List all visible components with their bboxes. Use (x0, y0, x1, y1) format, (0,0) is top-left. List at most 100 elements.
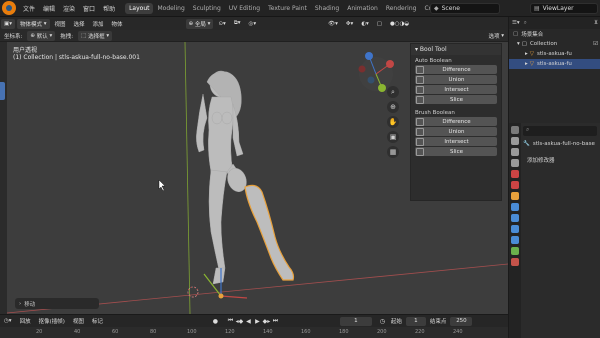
menu-object[interactable]: 物体 (109, 19, 126, 29)
scene-selector[interactable]: ◆ Scene (430, 3, 500, 14)
outliner-item-2[interactable]: ▸ ▽ stls-askua-fu (509, 59, 600, 69)
pan-hand-icon[interactable]: ✋ (387, 116, 399, 128)
object-name-row[interactable]: 🔧 stls-askua-full-no-base (523, 139, 599, 149)
3d-viewport[interactable]: 用户透视 (1) Collection | stls-askua-full-no… (7, 42, 508, 314)
viewlayer-selector[interactable]: ▤ ViewLayer (530, 3, 598, 14)
menu-select[interactable]: 选择 (71, 19, 88, 29)
auto-difference-button[interactable]: Difference (415, 65, 497, 74)
record-icon[interactable]: ● (211, 317, 220, 326)
tab-animation[interactable]: Animation (343, 3, 382, 14)
blender-logo-icon[interactable] (2, 1, 16, 15)
render-tab-icon[interactable] (511, 137, 519, 145)
physics-tab-icon[interactable] (511, 225, 519, 233)
auto-intersect-button[interactable]: Intersect (415, 85, 497, 94)
ruler-tick: 100 (187, 329, 197, 335)
data-tab-icon[interactable] (511, 247, 519, 255)
menu-file[interactable]: 文件 (19, 4, 39, 13)
tab-texture-paint[interactable]: Texture Paint (264, 3, 311, 14)
add-modifier-button[interactable]: 添加修改器 (527, 155, 597, 165)
bool-tool-title[interactable]: ▾ Bool Tool (411, 44, 501, 55)
brush-union-button[interactable]: Union (415, 127, 497, 136)
menu-window[interactable]: 窗口 (79, 4, 99, 13)
proportional-edit-icon[interactable]: ◎▾ (246, 19, 260, 29)
overlay-icon[interactable]: ◐▾ (358, 19, 372, 29)
menu-add[interactable]: 添加 (90, 19, 107, 29)
auto-difference-label: Difference (442, 66, 471, 73)
scene-icon: ◆ (434, 5, 439, 12)
bool-tool-panel: ▾ Bool Tool Auto Boolean Difference Unio… (410, 43, 502, 201)
mesh-icon: ▽ (529, 61, 534, 67)
outliner-item-1[interactable]: ▸ ▽ stls-askua-fu (509, 49, 600, 59)
menu-marker[interactable]: 标记 (89, 316, 106, 326)
collection-row[interactable]: ▾ ▢ Collection ☑ (509, 39, 600, 49)
current-frame-field[interactable]: 1 (339, 316, 372, 326)
output-tab-icon[interactable] (511, 148, 519, 156)
props-search[interactable]: ⌕ (523, 126, 597, 136)
xray-icon[interactable]: ▢ (374, 19, 385, 29)
timeline-ruler[interactable]: 20 40 60 80 100 120 140 160 180 200 220 … (0, 327, 508, 338)
modifier-tab-icon[interactable] (511, 203, 519, 211)
end-frame-field[interactable]: 250 (450, 316, 473, 326)
scene-collection-row[interactable]: ▢ 场景集合 (509, 29, 600, 39)
play-icon[interactable]: ▶ (253, 317, 262, 326)
coord-select[interactable]: ⊕ 默认 ▾ (27, 30, 56, 41)
brush-intersect-button[interactable]: Intersect (415, 137, 497, 146)
tab-sculpting[interactable]: Sculpting (189, 3, 225, 14)
menu-keying[interactable]: 抠像(插帧) (36, 316, 68, 326)
object-tab-icon[interactable] (511, 192, 519, 200)
menu-playback[interactable]: 回放 (17, 316, 34, 326)
active-tool-marker[interactable] (0, 82, 5, 100)
start-frame-field[interactable]: 1 (405, 316, 426, 326)
camera-icon[interactable]: ▣ (387, 131, 399, 143)
tool-tab-icon[interactable] (511, 126, 519, 134)
jump-end-icon[interactable]: ⏭ (271, 317, 280, 326)
shading-solid-icon[interactable]: ●○◑◒ (387, 19, 412, 29)
tab-uv-editing[interactable]: UV Editing (225, 3, 264, 14)
world-tab-icon[interactable] (511, 181, 519, 189)
menu-timeline-view[interactable]: 视图 (70, 316, 87, 326)
search-icon[interactable]: ⌕ (524, 20, 527, 27)
tab-modeling[interactable]: Modeling (153, 3, 188, 14)
grid-perspective-icon[interactable]: ▦ (387, 146, 399, 158)
play-reverse-icon[interactable]: ◀ (244, 317, 253, 326)
outliner-editor-icon[interactable]: ☰▾ (512, 20, 520, 26)
menu-render[interactable]: 渲染 (59, 4, 79, 13)
tab-rendering[interactable]: Rendering (382, 3, 421, 14)
zoom-icon[interactable]: ⌕ (387, 86, 399, 98)
tab-shading[interactable]: Shading (311, 3, 343, 14)
zoom-region-icon[interactable]: ⊕ (387, 101, 399, 113)
snap-icon[interactable]: ⧉▾ (231, 19, 244, 29)
constraints-tab-icon[interactable] (511, 236, 519, 244)
view-layer-tab-icon[interactable] (511, 159, 519, 167)
timeline-editor-icon[interactable]: ◷▾ (1, 316, 15, 326)
menu-edit[interactable]: 编辑 (39, 4, 59, 13)
menu-help[interactable]: 帮助 (99, 4, 119, 13)
tab-layout[interactable]: Layout (125, 2, 154, 14)
last-operator-panel[interactable]: › 移动 (15, 298, 99, 309)
orientation-select[interactable]: ⊕ 全局 ▾ (185, 18, 214, 29)
brush-difference-button[interactable]: Difference (415, 117, 497, 126)
editor-type-button[interactable]: ▣▾ (1, 18, 15, 29)
particles-tab-icon[interactable] (511, 214, 519, 222)
collection-info: (1) Collection | stls-askua-full-no-base… (13, 54, 140, 61)
checkbox-icon[interactable]: ☑ (593, 41, 598, 47)
ruler-tick: 20 (36, 329, 43, 335)
menu-view[interactable]: 视图 (52, 19, 69, 29)
visibility-icon[interactable]: 👁▾ (325, 19, 341, 29)
mode-select[interactable]: 物体模式 ▾ (16, 18, 50, 29)
auto-slice-button[interactable]: Slice (415, 95, 497, 104)
jump-start-icon[interactable]: ⏮ (226, 317, 235, 326)
brush-slice-button[interactable]: Slice (415, 147, 497, 156)
auto-union-button[interactable]: Union (415, 75, 497, 84)
scene-tab-icon[interactable] (511, 170, 519, 178)
drag-select[interactable]: ⬚ 选择框 ▾ (78, 30, 113, 41)
filter-icon[interactable]: ⊻ (594, 20, 598, 26)
options-button[interactable]: 选项 ▾ (485, 31, 507, 41)
next-key-icon[interactable]: ◆▸ (262, 317, 271, 326)
pivot-icon[interactable]: ⊙▾ (215, 19, 228, 29)
prev-key-icon[interactable]: ◂◆ (235, 317, 244, 326)
end-label: 结束点 (429, 319, 447, 325)
gizmo-icon[interactable]: ✥▾ (343, 19, 356, 29)
clock-icon[interactable]: ◷ (378, 317, 387, 326)
material-tab-icon[interactable] (511, 258, 519, 266)
